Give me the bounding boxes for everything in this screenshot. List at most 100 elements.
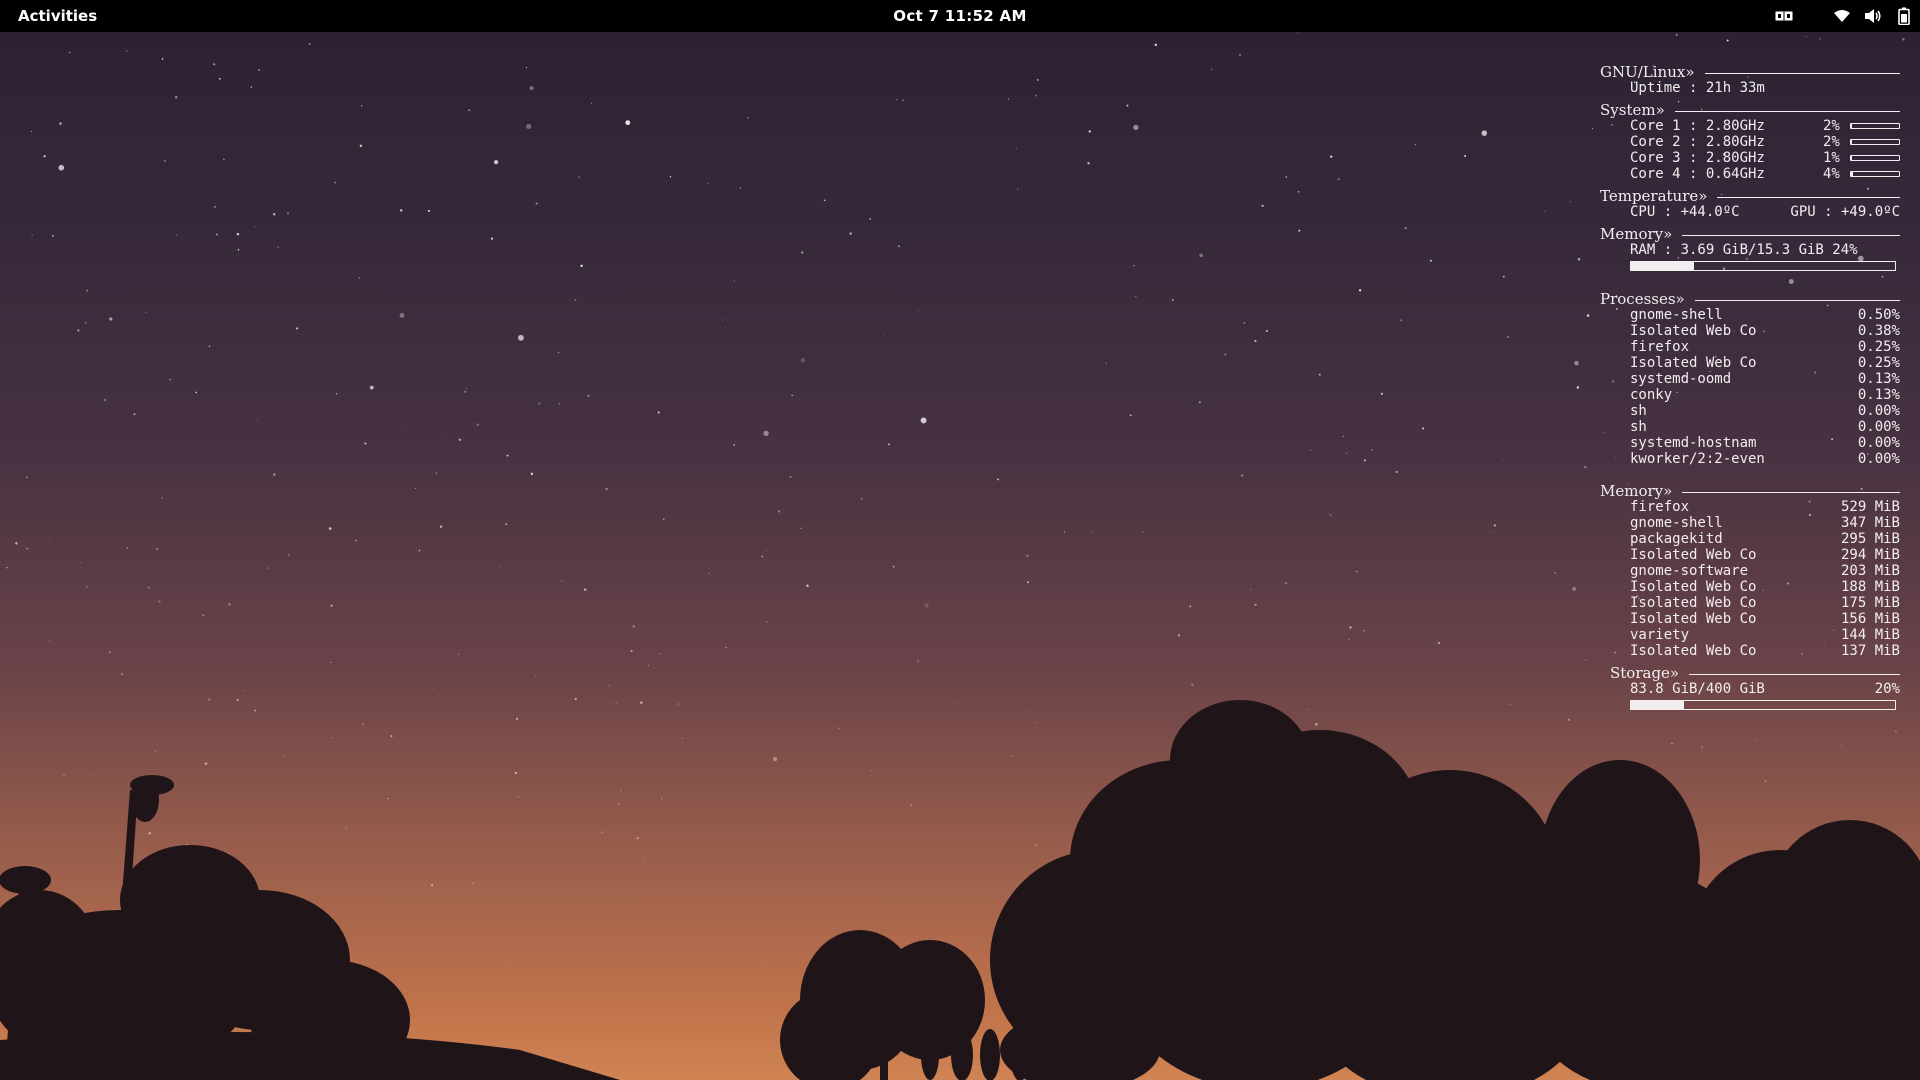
cpu-core-row: Core 4 : 0.64GHz 4% xyxy=(1600,166,1900,182)
process-name: Isolated Web Co xyxy=(1630,579,1757,595)
process-name: Isolated Web Co xyxy=(1630,547,1757,563)
process-name: Isolated Web Co xyxy=(1630,595,1757,611)
memory-process-row: Isolated Web Co 294 MiB xyxy=(1600,547,1900,563)
process-value: 137 MiB xyxy=(1840,643,1900,659)
volume-icon xyxy=(1863,6,1883,26)
workspace-indicator[interactable] xyxy=(1768,3,1800,29)
process-value: 0.25% xyxy=(1857,339,1900,355)
process-name: Isolated Web Co xyxy=(1630,611,1757,627)
memory-process-row: Isolated Web Co 188 MiB xyxy=(1600,579,1900,595)
process-value: 0.13% xyxy=(1857,371,1900,387)
cpu-core-bar xyxy=(1849,139,1900,145)
cpu-temperature: CPU : +44.0ºC xyxy=(1630,204,1740,220)
section-header-processes: Processes» xyxy=(1600,291,1900,307)
process-name: gnome-software xyxy=(1630,563,1749,579)
gpu-temperature: GPU : +49.0ºC xyxy=(1790,204,1900,220)
cpu-process-row: sh 0.00% xyxy=(1600,419,1900,435)
process-value: 0.25% xyxy=(1857,355,1900,371)
cpu-core-percent: 2% xyxy=(1823,118,1840,134)
cpu-core-row: Core 2 : 2.80GHz 2% xyxy=(1600,134,1900,150)
process-value: 175 MiB xyxy=(1840,595,1900,611)
cpu-process-row: kworker/2:2-even 0.00% xyxy=(1600,451,1900,467)
activities-button[interactable]: Activities xyxy=(6,3,109,29)
process-value: 0.13% xyxy=(1857,387,1900,403)
conky-system-monitor: GNU/Linux» Uptime : 21h 33m System» Core… xyxy=(1600,64,1900,714)
cpu-process-row: Isolated Web Co 0.38% xyxy=(1600,323,1900,339)
process-name: packagekitd xyxy=(1630,531,1723,547)
section-header-temperature: Temperature» xyxy=(1600,188,1900,204)
process-name: Isolated Web Co xyxy=(1630,355,1757,371)
process-name: Isolated Web Co xyxy=(1630,323,1757,339)
cpu-core-percent: 4% xyxy=(1823,166,1840,182)
cpu-core-bar xyxy=(1849,155,1900,161)
temperature-line: CPU : +44.0ºC GPU : +49.0ºC xyxy=(1600,204,1900,220)
ram-usage-line: RAM : 3.69 GiB/15.3 GiB 24% xyxy=(1630,242,1858,258)
memory-process-row: gnome-shell 347 MiB xyxy=(1600,515,1900,531)
memory-process-row: Isolated Web Co 137 MiB xyxy=(1600,643,1900,659)
clock-button[interactable]: Oct 7 11:52 AM xyxy=(881,3,1038,29)
process-name: gnome-shell xyxy=(1630,307,1723,323)
storage-usage-bar xyxy=(1630,700,1896,710)
process-value: 295 MiB xyxy=(1840,531,1900,547)
process-value: 294 MiB xyxy=(1840,547,1900,563)
cpu-core-frequency: Core 4 : 0.64GHz xyxy=(1630,166,1765,182)
process-name: systemd-hostnam xyxy=(1630,435,1757,451)
process-value: 156 MiB xyxy=(1840,611,1900,627)
process-name: gnome-shell xyxy=(1630,515,1723,531)
cpu-core-frequency: Core 3 : 2.80GHz xyxy=(1630,150,1765,166)
section-header-storage: Storage» xyxy=(1600,665,1900,681)
cpu-process-row: firefox 0.25% xyxy=(1600,339,1900,355)
memory-process-row: Isolated Web Co 175 MiB xyxy=(1600,595,1900,611)
memory-process-row: Isolated Web Co 156 MiB xyxy=(1600,611,1900,627)
battery-icon xyxy=(1894,6,1914,26)
cpu-core-bar xyxy=(1849,171,1900,177)
storage-usage-line: 83.8 GiB/400 GiB 20% xyxy=(1630,681,1900,697)
process-value: 203 MiB xyxy=(1840,563,1900,579)
workspace-indicator-icon xyxy=(1774,6,1794,26)
process-value: 529 MiB xyxy=(1840,499,1900,515)
process-name: Isolated Web Co xyxy=(1630,643,1757,659)
memory-process-row: packagekitd 295 MiB xyxy=(1600,531,1900,547)
process-value: 188 MiB xyxy=(1840,579,1900,595)
process-name: systemd-oomd xyxy=(1630,371,1732,387)
section-header-linux: GNU/Linux» xyxy=(1600,64,1900,80)
process-name: kworker/2:2-even xyxy=(1630,451,1765,467)
process-value: 0.00% xyxy=(1857,403,1900,419)
top-cpu-process-list: gnome-shell 0.50% Isolated Web Co 0.38% fire… xyxy=(1600,307,1900,467)
process-name: firefox xyxy=(1630,339,1690,355)
section-header-memory: Memory» xyxy=(1600,226,1900,242)
process-name: firefox xyxy=(1630,499,1690,515)
process-name: variety xyxy=(1630,627,1690,643)
cpu-core-bar xyxy=(1849,123,1900,129)
memory-process-row: gnome-software 203 MiB xyxy=(1600,563,1900,579)
cpu-core-frequency: Core 2 : 2.80GHz xyxy=(1630,134,1765,150)
cpu-process-row: sh 0.00% xyxy=(1600,403,1900,419)
process-value: 144 MiB xyxy=(1840,627,1900,643)
cpu-core-percent: 1% xyxy=(1823,150,1840,166)
cpu-core-percent: 2% xyxy=(1823,134,1840,150)
cpu-cores-list: Core 1 : 2.80GHz 2% Core 2 : 2.80GHz 2% Core… xyxy=(1600,118,1900,182)
top-panel: Activities Oct 7 11:52 AM xyxy=(0,0,1920,32)
memory-process-row: firefox 529 MiB xyxy=(1600,499,1900,515)
process-value: 0.00% xyxy=(1857,435,1900,451)
process-name: sh xyxy=(1630,419,1647,435)
process-name: sh xyxy=(1630,403,1647,419)
process-value: 0.50% xyxy=(1857,307,1900,323)
section-header-system: System» xyxy=(1600,102,1900,118)
process-value: 347 MiB xyxy=(1840,515,1900,531)
section-header-memory-top: Memory» xyxy=(1600,483,1900,499)
cpu-core-row: Core 1 : 2.80GHz 2% xyxy=(1600,118,1900,134)
cpu-process-row: conky 0.13% xyxy=(1600,387,1900,403)
cpu-process-row: systemd-hostnam 0.00% xyxy=(1600,435,1900,451)
wifi-icon xyxy=(1832,6,1852,26)
cpu-core-row: Core 3 : 2.80GHz 1% xyxy=(1600,150,1900,166)
process-value: 0.38% xyxy=(1857,323,1900,339)
process-value: 0.00% xyxy=(1857,451,1900,467)
system-status-area[interactable] xyxy=(1826,3,1920,29)
process-value: 0.00% xyxy=(1857,419,1900,435)
memory-process-row: variety 144 MiB xyxy=(1600,627,1900,643)
process-name: conky xyxy=(1630,387,1673,403)
cpu-process-row: gnome-shell 0.50% xyxy=(1600,307,1900,323)
cpu-process-row: systemd-oomd 0.13% xyxy=(1600,371,1900,387)
uptime-line: Uptime : 21h 33m xyxy=(1630,80,1765,96)
